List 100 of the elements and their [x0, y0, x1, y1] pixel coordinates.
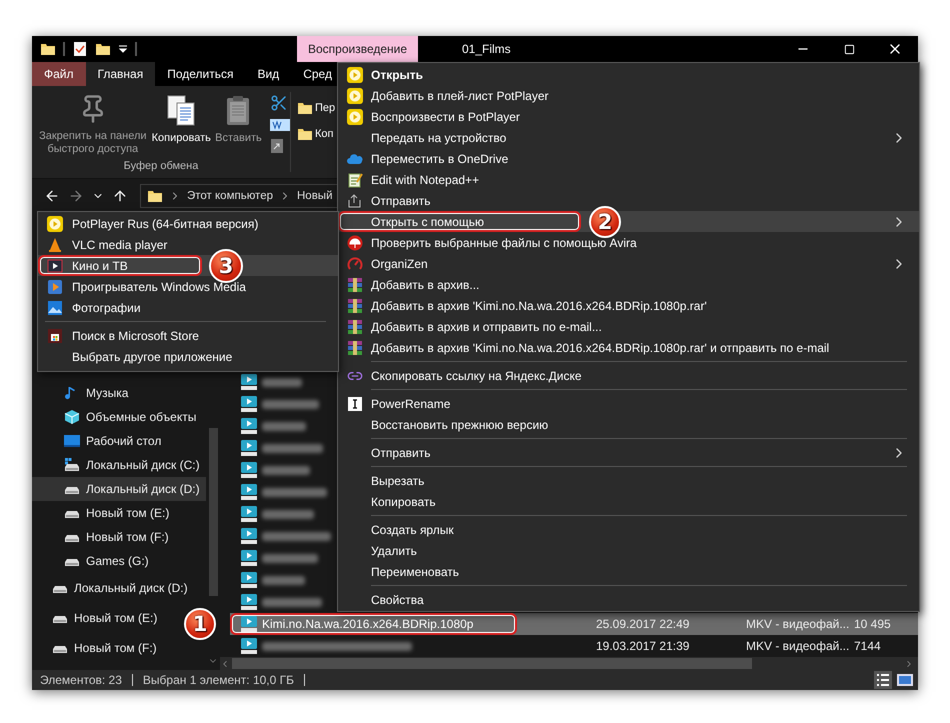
archive-icon [347, 340, 363, 356]
umbrella-icon [347, 234, 363, 250]
nav-item[interactable]: Музыка [32, 381, 206, 405]
file-name: Kimi.no.Na.wa.2016.x264.BDRip.1080p [262, 617, 474, 631]
ribbon-tab[interactable]: Файл [32, 62, 86, 86]
archive-icon [347, 298, 363, 314]
video-file-icon [240, 439, 258, 457]
archive-icon [347, 276, 363, 292]
file-type: MKV - видеофай... [746, 639, 850, 653]
desktop-icon [64, 433, 80, 449]
nav-item[interactable]: Новый том (F:) [32, 525, 206, 549]
number-callout: 2 [589, 206, 621, 238]
menu-item[interactable]: Вырезать [338, 470, 919, 491]
menu-item[interactable]: Переименовать [338, 561, 919, 582]
details-view-icon [874, 671, 892, 689]
video-file-icon [240, 505, 258, 523]
menu-item[interactable]: Создать ярлык [338, 519, 919, 540]
nav-item[interactable]: Рабочий стол [32, 429, 206, 453]
arrow-left-icon [44, 188, 60, 204]
menu-item[interactable]: PotPlayer Rus (64-битная версия) [38, 213, 338, 234]
video-file-icon [240, 461, 258, 479]
dropdown-icon [118, 44, 128, 54]
window-title: 01_Films [462, 42, 511, 56]
folder-icon [40, 41, 56, 57]
folder-icon [95, 41, 111, 57]
play-icon [347, 108, 363, 124]
photo-icon [47, 300, 63, 316]
folder-icon [297, 100, 313, 116]
file-date: 25.09.2017 22:49 [596, 617, 690, 631]
breadcrumb[interactable]: Новый [297, 190, 332, 202]
ribbon-button[interactable]: Пер [297, 100, 336, 116]
maximize-icon [844, 44, 854, 54]
number-callout: 1 [184, 608, 216, 640]
nav-item[interactable]: Локальный диск (C:) [32, 453, 206, 477]
shortcut-icon [270, 138, 284, 154]
menu-item[interactable]: Переместить в OneDrive [338, 148, 919, 169]
checklist-icon [72, 41, 88, 57]
number-callout: 3 [209, 248, 243, 282]
file-row[interactable]: 19.03.2017 21:39 MKV - видеофай... 7144 [230, 635, 918, 657]
arrow-right-icon [68, 188, 84, 204]
menu-item[interactable]: Копировать [338, 491, 919, 512]
breadcrumb[interactable]: Этот компьютер [187, 190, 273, 202]
play-icon [47, 216, 63, 232]
video-file-icon [240, 417, 258, 435]
nav-item[interactable]: Новый том (E:) [32, 603, 164, 633]
notepad-icon [347, 172, 363, 188]
nav-item[interactable]: Локальный диск (D:) [32, 573, 194, 603]
play-icon [347, 88, 363, 104]
video-file-icon [240, 483, 258, 501]
menu-item[interactable]: Отправить [338, 442, 919, 463]
scrollbar-thumb[interactable] [208, 428, 218, 596]
nav-item[interactable]: Объемные объекты [32, 405, 206, 429]
menu-item[interactable]: Выбрать другое приложение [38, 346, 338, 367]
ribbon-button[interactable]: Коп [297, 126, 336, 142]
menu-item[interactable]: Поиск в Microsoft Store [38, 325, 338, 346]
menu-item[interactable]: Передать на устройство [338, 127, 919, 148]
menu-item[interactable]: Добавить в плей-лист PotPlayer [338, 85, 919, 106]
play-icon [347, 66, 363, 82]
group-caption: Буфер обмена [122, 160, 200, 174]
copy-icon [165, 94, 198, 126]
menu-item[interactable]: Скопировать ссылку на Яндекс.Диске [338, 365, 919, 386]
nav-item[interactable]: Новый том (E:) [32, 501, 206, 525]
video-file-icon [240, 549, 258, 567]
video-file-icon [240, 373, 258, 391]
menu-item[interactable]: Удалить [338, 540, 919, 561]
menu-item[interactable]: Восстановить прежнюю версию [338, 414, 919, 435]
video-file-icon [240, 395, 258, 413]
share-icon [347, 192, 363, 208]
video-file-icon [240, 637, 258, 655]
folder-icon [297, 126, 313, 142]
file-size: 7144 [854, 639, 881, 653]
nav-item[interactable]: Games (G:) [32, 549, 206, 573]
menu-item[interactable]: Фотографии [38, 297, 338, 318]
file-type: MKV - видеофай... [746, 617, 850, 631]
large-icons-view-icon [896, 671, 914, 689]
menu-item[interactable]: PowerRename [338, 393, 919, 414]
menu-item[interactable]: Свойства [338, 589, 919, 610]
video-file-icon [240, 571, 258, 589]
text-cursor-icon [347, 396, 363, 412]
scissors-icon[interactable] [270, 94, 288, 112]
nav-item[interactable]: Локальный диск (D:) [32, 477, 206, 501]
video-file-icon [240, 593, 258, 611]
status-text: Элементов: 23 [40, 674, 133, 686]
scrollbar-thumb[interactable] [232, 658, 752, 669]
ribbon-tab[interactable]: Главная [86, 62, 156, 86]
menu-item[interactable]: Воспроизвести в PotPlayer [338, 106, 919, 127]
archive-icon [347, 318, 363, 334]
file-size: 10 495 [854, 617, 891, 631]
file-row[interactable]: Kimi.no.Na.wa.2016.x264.BDRip.1080p 25.09.2017 22:49 MKV - видеофай... 10 495 [230, 613, 918, 635]
drive-icon [64, 457, 80, 473]
shopping-bag-icon [47, 328, 63, 344]
menu-item[interactable]: OrganiZen [338, 253, 919, 274]
cube-icon [64, 409, 80, 425]
ribbon-button[interactable]: Копировать [152, 94, 211, 145]
status-text: Выбран 1 элемент: 10,0 ГБ [142, 674, 306, 686]
film-icon [47, 258, 63, 274]
folder-icon [147, 188, 163, 204]
gauge-icon [347, 256, 363, 272]
nav-item[interactable]: Новый том (F:) [32, 633, 163, 663]
cone-icon [47, 236, 63, 252]
